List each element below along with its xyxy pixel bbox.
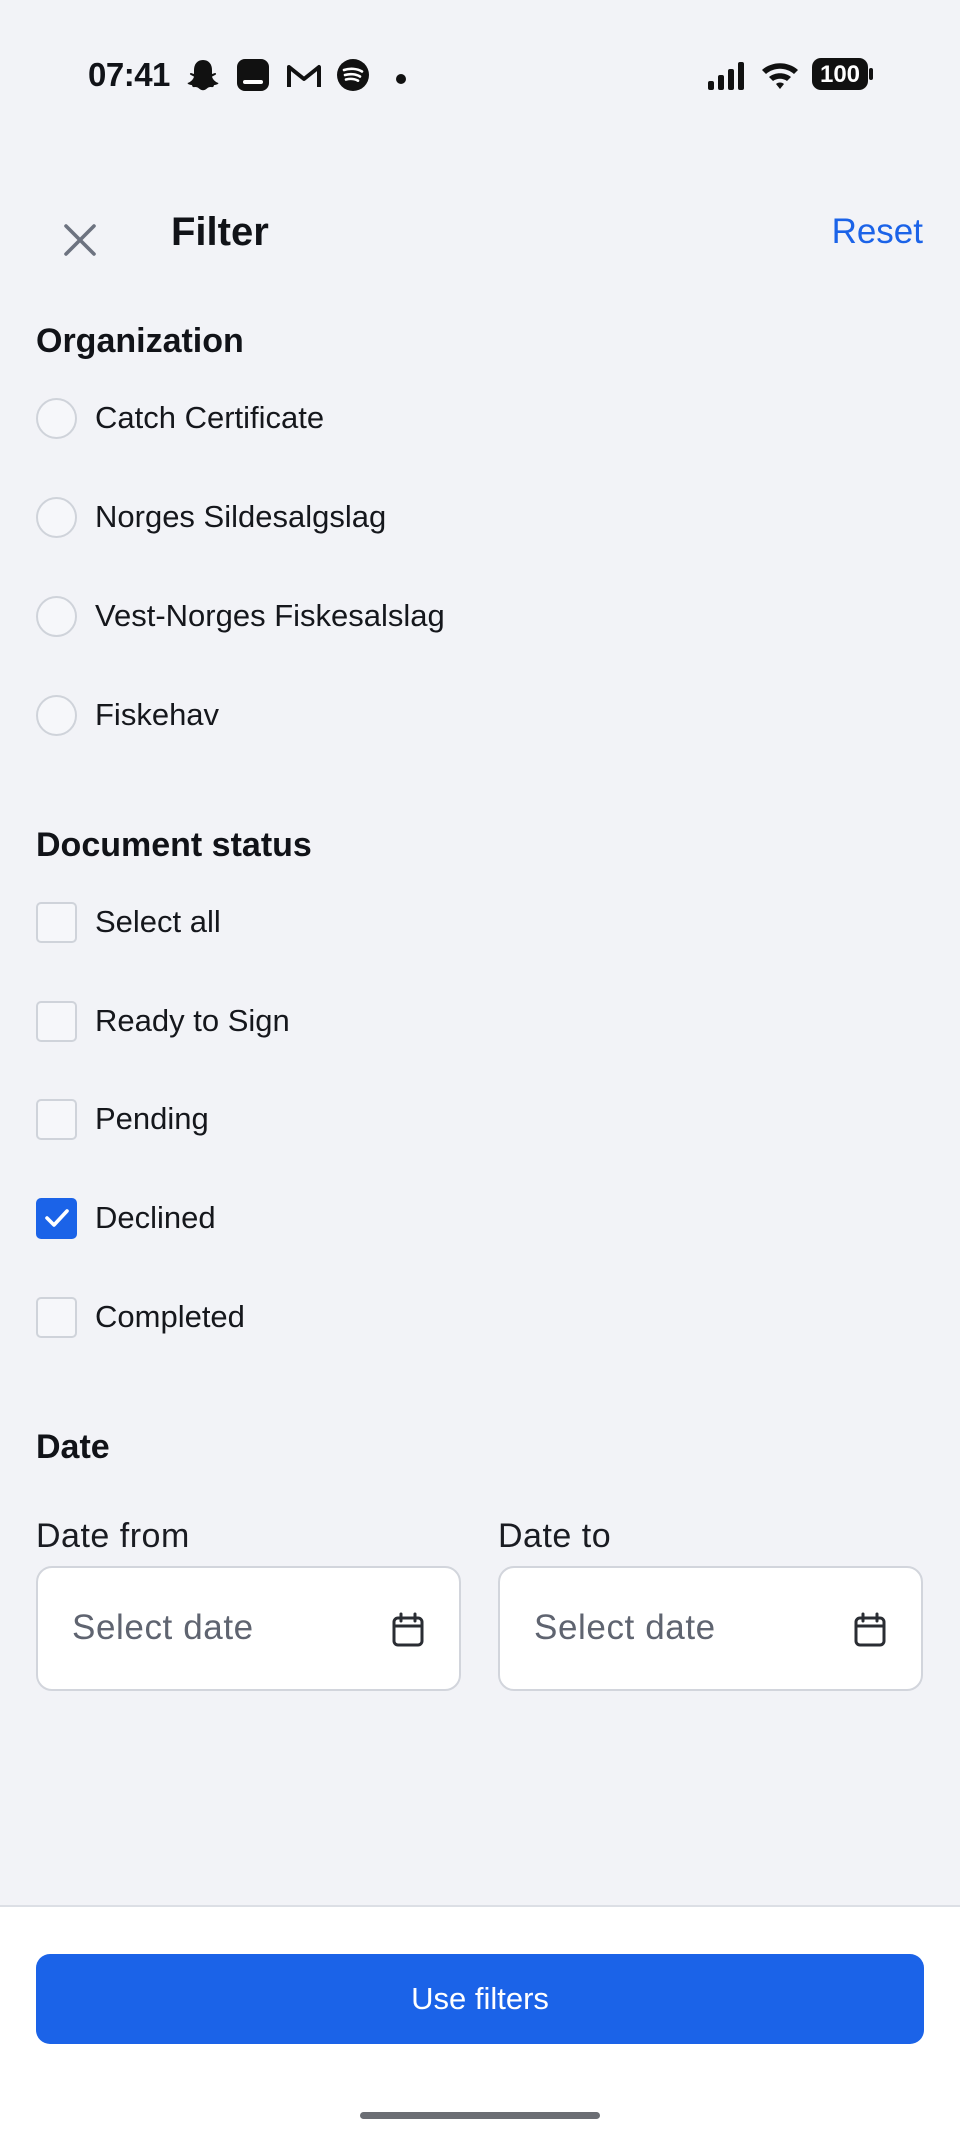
org-option-catch-certificate[interactable]: Catch Certificate xyxy=(36,388,324,448)
status-option-select-all[interactable]: Select all xyxy=(36,892,221,952)
calendar-icon[interactable] xyxy=(853,1612,887,1653)
radio-button[interactable] xyxy=(36,496,77,538)
status-option-ready-to-sign[interactable]: Ready to Sign xyxy=(36,991,290,1051)
document-status-title: Document status xyxy=(36,826,312,864)
app-icon xyxy=(236,58,270,97)
header: Filter Reset xyxy=(0,190,960,280)
org-option-vest-norges-fiskesalslag[interactable]: Vest-Norges Fiskesalslag xyxy=(36,586,445,646)
radio-button[interactable] xyxy=(36,397,77,439)
option-label: Vest-Norges Fiskesalslag xyxy=(95,598,445,633)
spotify-icon xyxy=(336,58,370,97)
org-option-fiskehav[interactable]: Fiskehav xyxy=(36,685,219,745)
bottom-bar: Use filters xyxy=(0,1905,960,2142)
wifi-icon xyxy=(760,60,800,95)
date-to-placeholder: Select date xyxy=(534,1608,716,1647)
checkbox[interactable] xyxy=(36,1000,77,1042)
option-label: Select all xyxy=(95,904,221,939)
status-option-pending[interactable]: Pending xyxy=(36,1089,209,1149)
checkbox[interactable] xyxy=(36,901,77,943)
checkbox-checked[interactable] xyxy=(36,1197,77,1239)
status-bar: 07:41 100 xyxy=(0,0,960,150)
date-from-label: Date from xyxy=(36,1517,190,1555)
date-to-input[interactable]: Select date xyxy=(498,1566,923,1691)
option-label: Pending xyxy=(95,1101,209,1136)
snapchat-icon xyxy=(186,58,220,99)
option-label: Ready to Sign xyxy=(95,1003,290,1038)
close-icon xyxy=(64,224,96,256)
gmail-icon xyxy=(286,58,322,96)
dot-icon xyxy=(396,71,406,89)
status-time: 07:41 xyxy=(88,56,170,93)
date-from-input[interactable]: Select date xyxy=(36,1566,461,1691)
checkbox[interactable] xyxy=(36,1098,77,1140)
date-from-placeholder: Select date xyxy=(72,1608,254,1647)
checkmark-icon xyxy=(44,1209,69,1227)
date-title: Date xyxy=(36,1428,110,1466)
radio-button[interactable] xyxy=(36,595,77,637)
checkbox[interactable] xyxy=(36,1296,77,1338)
option-label: Norges Sildesalgslag xyxy=(95,499,387,534)
battery-icon: 100 xyxy=(812,58,874,95)
calendar-icon[interactable] xyxy=(391,1612,425,1653)
status-option-completed[interactable]: Completed xyxy=(36,1287,245,1347)
organization-title: Organization xyxy=(36,322,244,360)
home-indicator[interactable] xyxy=(360,2112,600,2119)
org-option-norges-sildesalgslag[interactable]: Norges Sildesalgslag xyxy=(36,487,386,547)
use-filters-button[interactable]: Use filters xyxy=(36,1954,924,2044)
battery-level: 100 xyxy=(820,61,860,88)
signal-icon xyxy=(708,62,748,95)
date-to-label: Date to xyxy=(498,1517,612,1555)
status-option-declined[interactable]: Declined xyxy=(36,1188,216,1248)
option-label: Completed xyxy=(95,1299,245,1334)
option-label: Declined xyxy=(95,1200,216,1235)
close-button[interactable] xyxy=(52,212,108,268)
page-title: Filter xyxy=(171,210,269,254)
option-label: Catch Certificate xyxy=(95,400,325,435)
filter-screen: 07:41 100 Filter Reset Organization Catc… xyxy=(0,0,960,2142)
option-label: Fiskehav xyxy=(95,697,220,732)
reset-button[interactable]: Reset xyxy=(832,212,923,252)
radio-button[interactable] xyxy=(36,694,77,736)
